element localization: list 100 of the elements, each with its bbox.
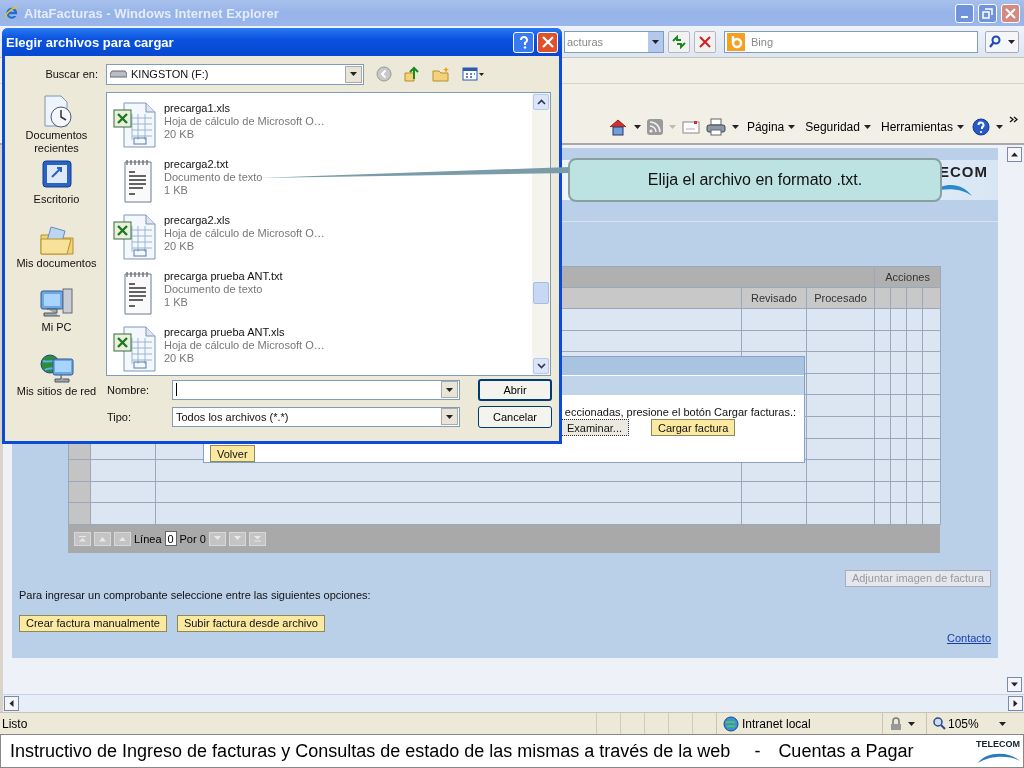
open-button[interactable]: Abrir: [478, 378, 552, 401]
menu-button[interactable]: Página: [744, 119, 798, 134]
arrow-icon: [98, 535, 107, 543]
network-globe-icon[interactable]: [38, 351, 75, 385]
place-label[interactable]: Mi PC: [41, 321, 72, 334]
contact-link[interactable]: Contacto: [946, 631, 991, 644]
column-group-header: Acciones: [874, 266, 941, 288]
field-label: Tipo:: [106, 410, 133, 423]
browse-button[interactable]: Examinar...: [560, 419, 630, 436]
minimize-icon: [961, 16, 968, 18]
instruction-text: Para ingresar un comprobante seleccione entre las siguientes opciones:: [19, 588, 372, 601]
row-number-field[interactable]: 0: [164, 531, 177, 547]
dialog-title: Elegir archivos para cargar: [6, 34, 175, 50]
pager-total: Por 0: [179, 532, 206, 545]
file-size: 20 KB: [164, 352, 195, 365]
footer-section: Cuentas a Pagar: [778, 740, 914, 762]
security-zone: Intranet local: [742, 716, 811, 731]
status-text: Listo: [2, 716, 29, 731]
arrow-icon: [1012, 700, 1019, 707]
arrow-icon: [1011, 151, 1018, 158]
dropdown-arrow-icon[interactable]: [999, 721, 1006, 726]
close-icon: [1005, 7, 1016, 19]
action-button[interactable]: Crear factura manualmente: [19, 614, 167, 632]
place-label[interactable]: Documentos recientes: [11, 129, 102, 155]
dropdown-arrow-icon[interactable]: [731, 124, 739, 129]
dropdown-arrow-icon[interactable]: [908, 721, 915, 726]
printer-icon[interactable]: [705, 117, 726, 136]
dropdown-arrow-icon[interactable]: [957, 124, 964, 129]
dropdown-arrow-icon[interactable]: [633, 124, 641, 129]
dropdown-arrow-icon[interactable]: [996, 124, 1003, 129]
file-name-field[interactable]: [172, 379, 460, 400]
refresh-icon: [671, 34, 687, 49]
callout-text: Elija el archivo en formato .txt.: [647, 171, 863, 189]
look-in-dropdown[interactable]: KINGSTON (F:): [106, 63, 364, 85]
separator-text: -: [754, 740, 761, 762]
scroll-thumb[interactable]: [533, 282, 549, 304]
file-size: 1 KB: [164, 296, 189, 309]
mail-icon[interactable]: [681, 119, 700, 134]
minimize-button[interactable]: [955, 3, 974, 23]
address-field[interactable]: acturas: [564, 30, 664, 53]
upload-instruction: eccionadas, presione el botón Cargar facturas.:: [564, 406, 796, 418]
place-label[interactable]: Mis documentos: [16, 257, 97, 270]
dropdown-arrow-icon[interactable]: [446, 387, 453, 392]
file-name[interactable]: precarga prueba ANT.txt: [164, 270, 283, 283]
arrow-icon: [8, 700, 15, 707]
action-button[interactable]: Subir factura desde archivo: [176, 614, 325, 632]
back-button[interactable]: Volver: [210, 445, 255, 462]
upload-button[interactable]: Cargar factura: [651, 419, 736, 436]
cancel-button[interactable]: Cancelar: [478, 405, 552, 428]
file-type: Documento de texto: [164, 283, 264, 296]
file-name[interactable]: precarga1.xls: [164, 102, 325, 115]
place-label[interactable]: Mis sitios de red: [16, 385, 97, 398]
view-menu-icon[interactable]: [462, 67, 484, 81]
dropdown-arrow-icon[interactable]: [1007, 39, 1015, 44]
vertical-scrollbar[interactable]: [1006, 145, 1024, 694]
help-button[interactable]: [513, 31, 534, 53]
dropdown-arrow-icon[interactable]: [446, 414, 453, 419]
horizontal-scrollbar[interactable]: [3, 694, 1024, 712]
field-label: Nombre:: [106, 383, 151, 396]
company-logo-text: TELECOM: [976, 739, 1020, 749]
file-size: 20 KB: [164, 240, 195, 253]
file-name[interactable]: precarga2.xls: [164, 214, 325, 227]
help-icon[interactable]: [972, 117, 990, 136]
close-button[interactable]: [1001, 3, 1020, 23]
arrow-icon: [118, 535, 127, 543]
search-field[interactable]: Bing: [749, 34, 949, 49]
search-provider-icon: [727, 32, 745, 51]
dropdown-arrow-icon[interactable]: [863, 124, 871, 129]
menu-button[interactable]: Herramientas: [878, 119, 966, 134]
file-name[interactable]: precarga2.txt: [164, 158, 263, 171]
restore-icon: [982, 7, 993, 19]
up-folder-icon[interactable]: [404, 66, 420, 82]
arrow-icon: [1011, 681, 1018, 688]
menu-button[interactable]: Seguridad: [803, 119, 873, 134]
browser-logo-icon: [4, 5, 20, 21]
pager-label: Línea: [134, 532, 162, 545]
stop-button[interactable]: [694, 30, 716, 53]
file-name[interactable]: precarga prueba ANT.xls: [164, 326, 325, 339]
place-label[interactable]: Escritorio: [33, 193, 80, 206]
close-button[interactable]: [537, 31, 558, 53]
dropdown-arrow-icon[interactable]: [652, 39, 659, 44]
file-type-dropdown[interactable]: Todos los archivos (*.*): [172, 406, 460, 427]
search-icon: [989, 35, 1002, 48]
dropdown-arrow-icon[interactable]: [788, 124, 796, 129]
zoom-icon[interactable]: [933, 717, 946, 730]
list-scrollbar[interactable]: [532, 93, 550, 375]
file-type: Hoja de cálculo de Microsoft O…: [164, 339, 325, 352]
search-box[interactable]: Bing: [724, 30, 978, 53]
search-button[interactable]: [985, 30, 1019, 53]
help-icon: [518, 35, 529, 49]
refresh-button[interactable]: [668, 30, 690, 53]
home-icon[interactable]: [607, 117, 628, 136]
chevron-icon[interactable]: [1009, 116, 1018, 123]
zoom-level[interactable]: 105%: [948, 716, 997, 731]
file-size: 1 KB: [164, 184, 189, 197]
dropdown-arrow-icon[interactable]: [350, 72, 357, 76]
globe-icon: [723, 715, 739, 732]
stop-icon: [699, 35, 711, 48]
file-type: Hoja de cálculo de Microsoft O…: [164, 115, 325, 128]
restore-button[interactable]: [978, 3, 997, 23]
